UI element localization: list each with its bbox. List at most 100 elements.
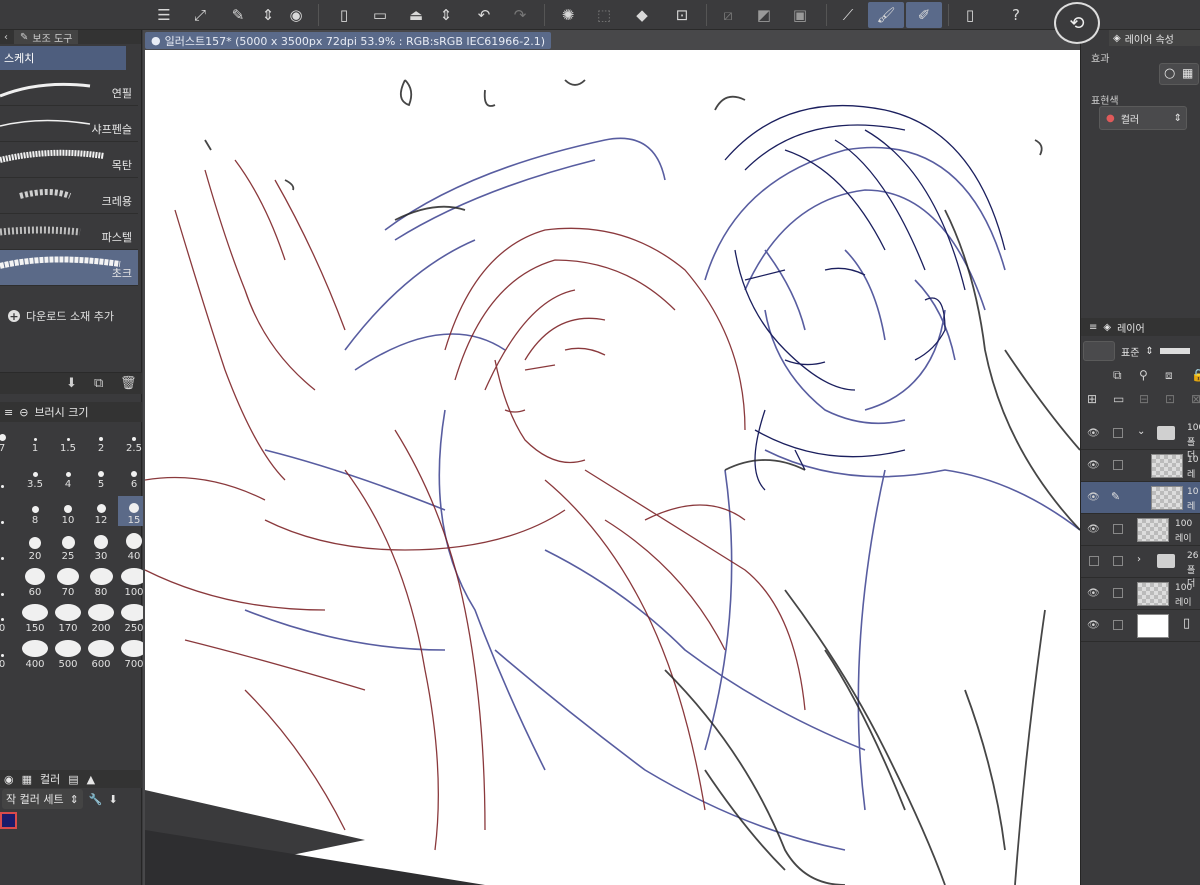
open-icon[interactable]: ▭	[366, 2, 394, 28]
lock-icon[interactable]: 🔒	[1191, 368, 1200, 382]
drawing-canvas[interactable]	[145, 50, 1080, 885]
visibility-eye-icon[interactable]: 👁	[1087, 492, 1100, 503]
collapse-icon[interactable]: ‹	[4, 32, 8, 43]
save-icon[interactable]: ⏏	[402, 2, 430, 28]
layer-row[interactable]: › 26 폴더	[1081, 546, 1200, 589]
canvas-area[interactable]: ● 일러스트157* (5000 x 3500px 72dpi 53.9% : …	[143, 30, 1080, 885]
layer-row[interactable]: 👁 100 레이	[1081, 578, 1200, 610]
clip-icon[interactable]: ⧉	[1113, 368, 1122, 383]
layer-row-selected[interactable]: 👁 ✎ 10 레	[1081, 482, 1200, 514]
color-slider-icon[interactable]: ▤	[68, 773, 78, 786]
color-set-select[interactable]: 작 컬러 세트 ⇕	[2, 789, 83, 809]
brush-size-tab[interactable]: 브러시 크기	[34, 404, 88, 420]
brush-item[interactable]: 샤프펜슬	[0, 106, 138, 142]
ruler-icon[interactable]: ⟋	[834, 2, 862, 28]
effect-toggle[interactable]: ○ ▦	[1159, 63, 1199, 85]
brush-size-cell[interactable]: 30	[85, 532, 117, 562]
merge-icon[interactable]: ⊟	[1139, 392, 1149, 406]
new-folder-icon[interactable]: ▭	[1113, 392, 1124, 406]
layer-checkbox[interactable]	[1113, 556, 1123, 566]
updown-icon[interactable]: ⇕	[254, 2, 282, 28]
brush-size-cell[interactable]: 1	[19, 424, 51, 454]
brush-item[interactable]: 목탄	[0, 142, 138, 178]
import-color-icon[interactable]: ⬇	[109, 793, 118, 806]
brush-size-cell[interactable]: 5	[85, 460, 117, 490]
brush-size-cell[interactable]: 0	[0, 640, 18, 670]
panel-menu-icon[interactable]: ≡	[1089, 322, 1097, 333]
brush-active-icon[interactable]: 🖌	[868, 2, 904, 28]
sketch-group-tab[interactable]: 스케치	[0, 46, 126, 70]
color-tab[interactable]: 컬러	[40, 771, 60, 787]
brush-size-cell[interactable]: 400	[19, 640, 51, 670]
clear-selection-icon[interactable]: ⧄	[714, 2, 742, 28]
visibility-eye-icon[interactable]: 👁	[1087, 460, 1100, 471]
visibility-eye-icon[interactable]: 👁	[1087, 428, 1100, 439]
opacity-slider[interactable]	[1159, 348, 1190, 354]
layer-visibility-box[interactable]	[1089, 556, 1099, 566]
brush-size-cell[interactable]: 8	[19, 496, 51, 526]
gradient-icon[interactable]: ◩	[750, 2, 778, 28]
visibility-eye-icon[interactable]: 👁	[1087, 620, 1100, 631]
reference-icon[interactable]: ⚲	[1139, 368, 1148, 382]
layer-checkbox[interactable]	[1113, 588, 1123, 598]
layer-checkbox[interactable]	[1113, 620, 1123, 630]
brush-size-cell[interactable]: 7	[0, 424, 18, 454]
brush-size-cell[interactable]: 500	[52, 640, 84, 670]
brush-size-cell[interactable]: 10	[52, 496, 84, 526]
edit-icon[interactable]: ✎	[224, 2, 252, 28]
trash-icon[interactable]: 🗑	[120, 376, 137, 391]
brush-size-cell[interactable]: 3.5	[19, 460, 51, 490]
fill-icon[interactable]: ◆	[628, 2, 656, 28]
sub-tool-tab[interactable]: ✎ 보조 도구	[14, 30, 79, 45]
layer-row[interactable]: 👁 ⌄ 100 폴더	[1081, 418, 1200, 461]
layer-checkbox[interactable]	[1113, 524, 1123, 534]
loading-icon[interactable]: ✺	[554, 2, 582, 28]
brush-size-cell[interactable]: 4	[52, 460, 84, 490]
import-icon[interactable]: ⬇	[66, 376, 77, 391]
brush-icon[interactable]: ✐	[906, 2, 942, 28]
new-file-icon[interactable]: ▯	[330, 2, 358, 28]
brush-size-cell[interactable]: 20	[19, 532, 51, 562]
layer-property-tab[interactable]: ◈ 레이어 속성	[1109, 30, 1200, 46]
new-layer-icon[interactable]: ⊞	[1087, 392, 1097, 406]
expand-chevron-icon[interactable]: ⌄	[1137, 426, 1145, 437]
selection-icon[interactable]: ⬚	[590, 2, 618, 28]
visibility-eye-icon[interactable]: 👁	[1087, 524, 1100, 535]
brush-size-cell[interactable]: 2	[85, 424, 117, 454]
current-color-swatch[interactable]	[0, 812, 17, 829]
duplicate-icon[interactable]: ⧉	[94, 376, 103, 391]
layer-row[interactable]: 👁 100 레이	[1081, 514, 1200, 546]
menu-icon[interactable]: ☰	[150, 2, 178, 28]
download-material-button[interactable]: + 다운로드 소재 추가	[8, 308, 114, 324]
redo-icon[interactable]: ↷	[506, 2, 534, 28]
layer-checkbox[interactable]	[1113, 460, 1123, 470]
brush-size-cell[interactable]: 12	[85, 496, 117, 526]
help-icon[interactable]: ?	[1002, 2, 1030, 28]
color-palette-icon[interactable]: ▦	[22, 773, 32, 786]
brush-size-cell[interactable]: 25	[52, 532, 84, 562]
resize-icon[interactable]: ⤢	[186, 2, 214, 28]
frame-icon[interactable]: ▣	[786, 2, 814, 28]
brush-size-cell[interactable]: 80	[85, 568, 117, 598]
brush-item[interactable]: 파스텔	[0, 214, 138, 250]
brush-size-cell[interactable]: 200	[85, 604, 117, 634]
procreate-icon[interactable]: ◉	[282, 2, 310, 28]
brush-size-cell[interactable]: 150	[19, 604, 51, 634]
tab-icon[interactable]: ≡	[4, 406, 13, 419]
phone-icon[interactable]: ▯	[956, 2, 984, 28]
brush-size-cell[interactable]: 0	[0, 604, 18, 634]
brush-item-selected[interactable]: 초크	[0, 250, 138, 286]
brush-size-cell[interactable]: 600	[85, 640, 117, 670]
blend-mode-value[interactable]: 표준	[1121, 344, 1139, 359]
updown2-icon[interactable]: ⇕	[432, 2, 460, 28]
color-mixing-icon[interactable]: ▲	[87, 773, 95, 786]
wrench-icon[interactable]: 🔧	[89, 793, 103, 806]
brush-size-cell[interactable]	[0, 568, 18, 598]
layer-color-select[interactable]	[1083, 341, 1115, 361]
brush-size-cell[interactable]: 170	[52, 604, 84, 634]
collapse-chevron-icon[interactable]: ›	[1137, 554, 1141, 565]
brush-size-cell[interactable]	[0, 496, 18, 526]
transform-icon[interactable]: ⊡	[668, 2, 696, 28]
rotate-icon[interactable]: ⟲	[1054, 2, 1100, 44]
undo-icon[interactable]: ↶	[470, 2, 498, 28]
